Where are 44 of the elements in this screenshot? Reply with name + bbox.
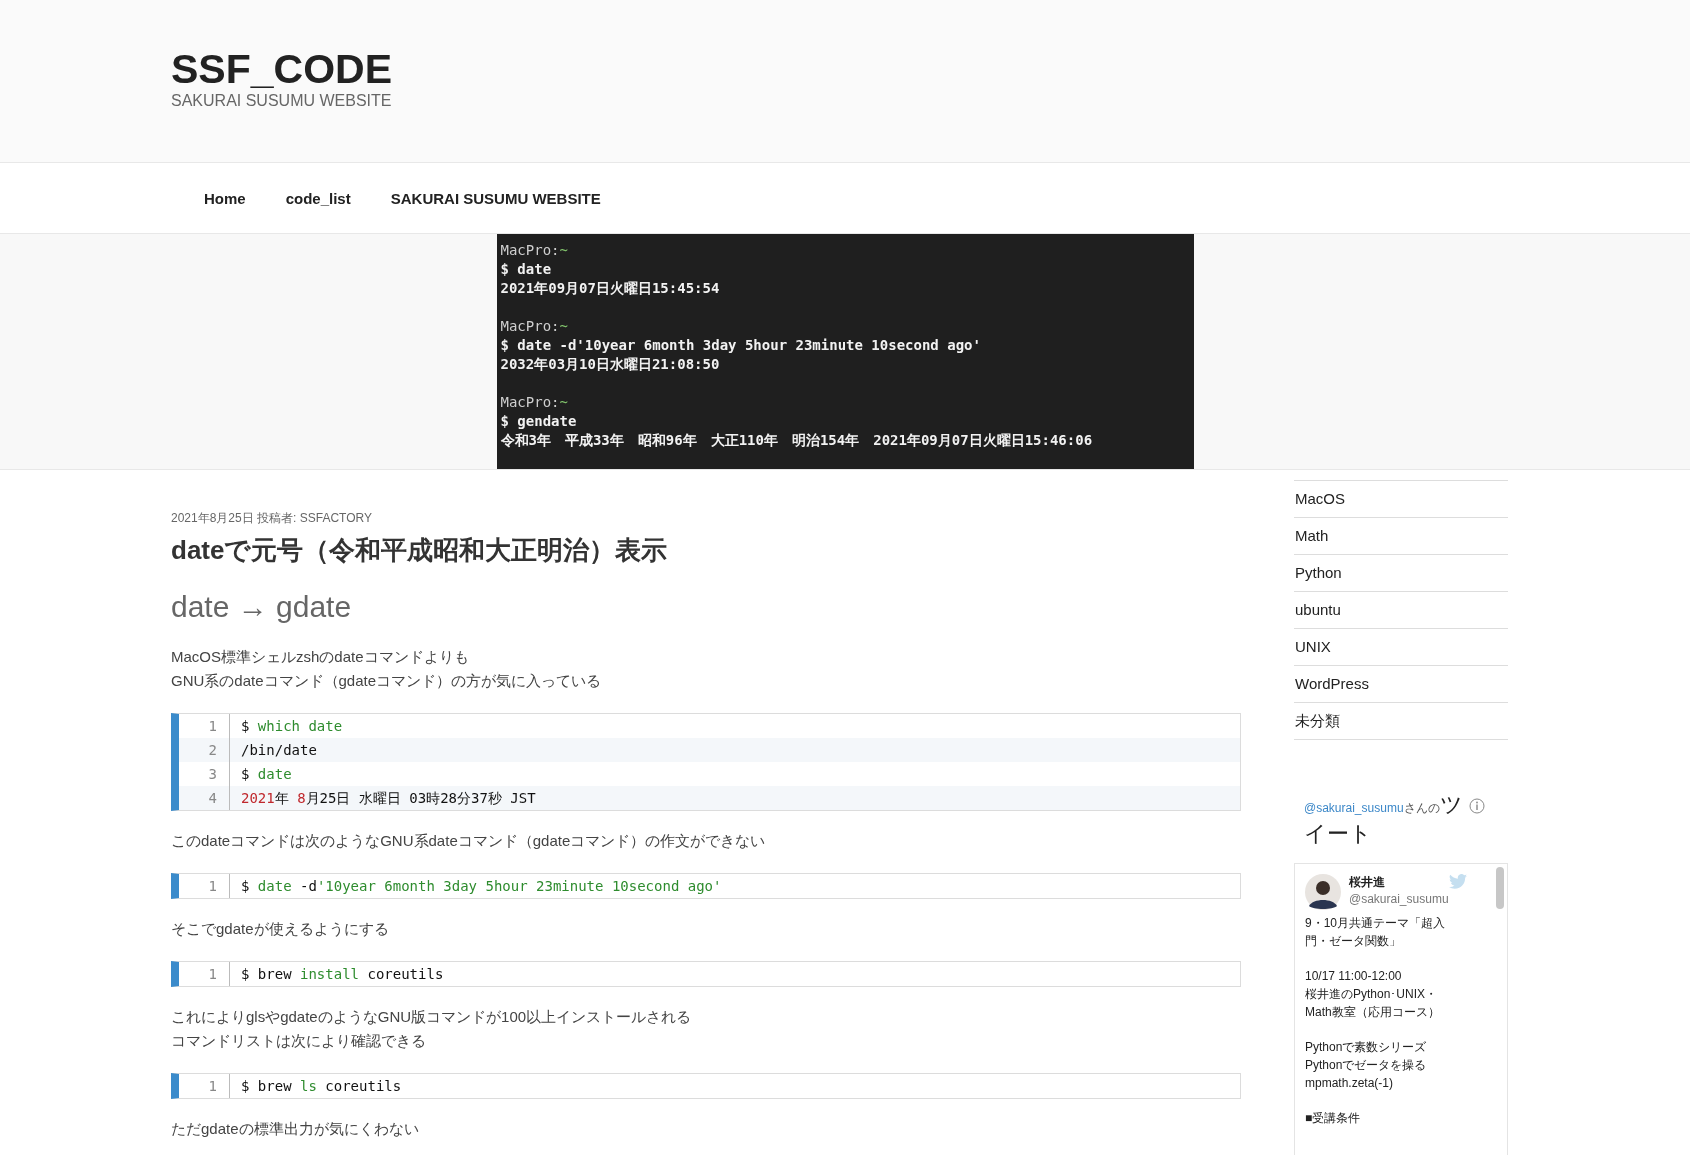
code-line: $ which date bbox=[240, 717, 344, 736]
site-tagline: SAKURAI SUSUMU WEBSITE bbox=[171, 92, 392, 110]
line-number: 4 bbox=[179, 786, 229, 810]
category-link[interactable]: ubuntu bbox=[1294, 592, 1508, 629]
code-line: $ brew install coreutils bbox=[240, 965, 445, 984]
terminal-screenshot: MacPro:~ $ date 2021年09月07日火曜日15:45:54 MacPro:~ $ date -d'10year 6month 3day 5hour 23minute 10second ago' 2032年03月10日水曜日21:08:50 MacPro:~ $ gendate 令和3年 平成33年 昭和96年 大正110年 明治154年 2021年09月07日火曜日15:46:06 bbox=[496, 234, 1194, 469]
category-link[interactable]: UNIX bbox=[1294, 629, 1508, 666]
author-handle[interactable]: @sakurai_susumu bbox=[1349, 890, 1449, 908]
code-line: $ date -d'10year 6month 3day 5hour 23minute 10second ago' bbox=[240, 877, 723, 896]
category-link[interactable]: Python bbox=[1294, 555, 1508, 592]
paragraph: ただgdateの標準出力が気にくわない bbox=[171, 1119, 420, 1139]
nav-link[interactable]: code_list bbox=[285, 189, 351, 207]
tweet-text: ■受講条件 bbox=[1305, 1110, 1362, 1127]
tweet-text: 9・10月共通テーマ「超入門・ゼータ関数」 bbox=[1305, 915, 1447, 950]
category-link[interactable]: MacOS bbox=[1294, 481, 1508, 518]
line-number: 1 bbox=[207, 1077, 218, 1096]
code-line: $ date bbox=[240, 765, 293, 784]
category-link[interactable]: WordPress bbox=[1294, 666, 1508, 703]
nav-link[interactable]: Home bbox=[204, 189, 246, 207]
paragraph: MacOS標準シェルzshのdateコマンドよりも GNU系のdateコマンド（gdateコマンド）の方が気に入っている bbox=[171, 647, 603, 691]
scrollbar[interactable] bbox=[1496, 867, 1504, 909]
paragraph: これによりglsやgdateのようなGNU版コマンドが100以上インストールされる コマンドリストは次により確認できる bbox=[171, 1007, 693, 1051]
post-title: dateで元号（令和平成昭和大正明治）表示 bbox=[171, 534, 669, 567]
paragraph: そこでgdateが使えるようにする bbox=[171, 919, 390, 939]
line-number: 3 bbox=[207, 765, 218, 784]
category-link[interactable]: Math bbox=[1294, 518, 1508, 555]
post-meta: 2021年8月25日 投稿者: SSFACTORY bbox=[171, 510, 373, 527]
line-number: 1 bbox=[207, 965, 218, 984]
line-number: 2 bbox=[179, 738, 229, 762]
nav-link[interactable]: SAKURAI SUSUMU WEBSITE bbox=[390, 189, 601, 207]
info-icon[interactable] bbox=[1469, 798, 1485, 814]
line-number: 1 bbox=[207, 717, 218, 736]
tweet-text: 10/17 11:00-12:00 桜井進のPython･UNIX・Math教室（応用コース） bbox=[1305, 968, 1441, 1021]
section-heading: date → gdate bbox=[171, 589, 353, 625]
author-name[interactable]: 桜井進 bbox=[1349, 874, 1449, 890]
avatar bbox=[1305, 874, 1341, 910]
widget-heading: @sakurai_susumuさんのツイート bbox=[1304, 792, 1464, 848]
paragraph: このdateコマンドは次のようなGNU系dateコマンド（gdateコマンド）の作文ができない bbox=[171, 831, 767, 851]
site-title[interactable]: SSF_CODE bbox=[171, 46, 392, 92]
tweet-text: Pythonで素数シリーズ Pythonでゼータを操る mpmath.zeta(-1) bbox=[1305, 1039, 1428, 1092]
line-number: 1 bbox=[207, 877, 218, 896]
category-link[interactable]: 未分類 bbox=[1294, 703, 1508, 740]
code-line: $ brew ls coreutils bbox=[240, 1077, 403, 1096]
bird-icon[interactable] bbox=[1448, 874, 1467, 889]
